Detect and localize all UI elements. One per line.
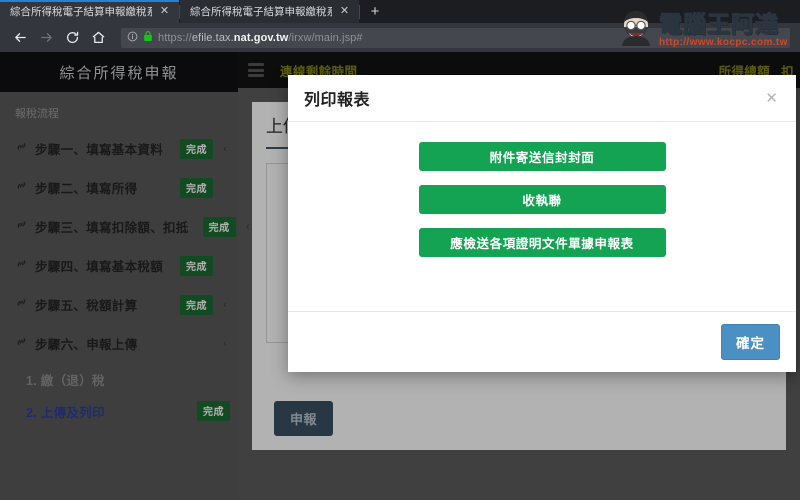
browser-tab-1[interactable]: 綜合所得稅電子結算申報繳稅系統 ✕ <box>0 0 179 23</box>
tab-title: 綜合所得稅電子結算申報繳稅系統 <box>10 6 152 18</box>
url-domain: nat.gov.tw <box>233 31 289 44</box>
close-icon[interactable]: ✕ <box>763 89 780 108</box>
modal-body: 附件寄送信封封面 收執聯 應檢送各項證明文件單據申報表 <box>288 122 796 311</box>
lock-icon <box>143 29 153 47</box>
print-report-modal: 列印報表 ✕ 附件寄送信封封面 收執聯 應檢送各項證明文件單據申報表 確定 <box>288 75 796 372</box>
tab-title: 綜合所得稅電子結算申報繳稅系統 <box>190 6 332 18</box>
home-icon[interactable] <box>86 26 110 50</box>
print-receipt-button[interactable]: 收執聯 <box>418 185 666 214</box>
tab-strip: 綜合所得稅電子結算申報繳稅系統 ✕ 綜合所得稅電子結算申報繳稅系統 ✕ + <box>0 0 800 23</box>
tab-close-icon[interactable]: ✕ <box>338 6 351 17</box>
url-path: /irxw/main.jsp# <box>288 31 363 44</box>
modal-title: 列印報表 <box>304 92 371 109</box>
url-prefix: efile.tax. <box>191 31 234 44</box>
navigation-bar: https://efile.tax.nat.gov.tw/irxw/main.j… <box>0 23 800 52</box>
page-info-icon[interactable] <box>127 29 138 47</box>
browser-tab-2[interactable]: 綜合所得稅電子結算申報繳稅系統 ✕ <box>180 0 359 23</box>
modal-header: 列印報表 ✕ <box>288 75 796 122</box>
back-arrow-icon[interactable] <box>8 26 32 50</box>
print-envelope-cover-button[interactable]: 附件寄送信封封面 <box>418 142 666 171</box>
new-tab-button[interactable]: + <box>360 0 390 23</box>
reload-arrow-icon[interactable] <box>60 26 84 50</box>
url-text: https://efile.tax.nat.gov.tw/irxw/main.j… <box>158 32 363 44</box>
print-documents-form-button[interactable]: 應檢送各項證明文件單據申報表 <box>418 228 666 257</box>
url-scheme: https:// <box>158 31 192 44</box>
screen: 綜合所得稅電子結算申報繳稅系統 ✕ 綜合所得稅電子結算申報繳稅系統 ✕ + ht… <box>0 0 800 500</box>
address-bar[interactable]: https://efile.tax.nat.gov.tw/irxw/main.j… <box>121 27 790 48</box>
modal-footer: 確定 <box>288 311 796 371</box>
tab-close-icon[interactable]: ✕ <box>158 6 171 17</box>
browser-chrome: 綜合所得稅電子結算申報繳稅系統 ✕ 綜合所得稅電子結算申報繳稅系統 ✕ + ht… <box>0 0 800 52</box>
forward-arrow-icon <box>34 26 58 50</box>
web-page: 綜合所得稅申報 報稅流程 步驟一、填寫基本資料 完成 ‹ 步驟二、填寫所得 完成 <box>0 52 800 500</box>
confirm-button[interactable]: 確定 <box>721 323 780 360</box>
